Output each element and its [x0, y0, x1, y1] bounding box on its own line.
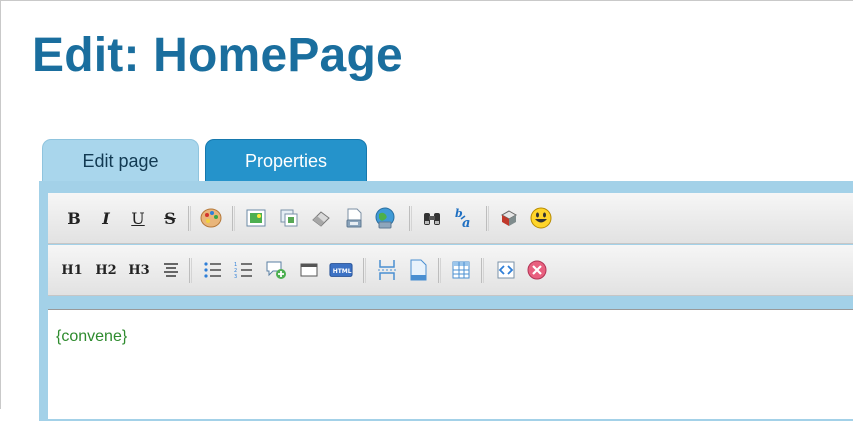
- toolbar-row-2: H1 H2 H3 123 HTML: [48, 245, 853, 296]
- globe-button[interactable]: [373, 206, 397, 230]
- heading-3-button[interactable]: H3: [127, 258, 151, 282]
- table-button[interactable]: [449, 258, 473, 282]
- page-title: Edit: HomePage: [32, 29, 403, 82]
- replace-button[interactable]: b a: [453, 206, 477, 230]
- eraser-icon: [312, 211, 330, 227]
- toolbar-separator: [486, 206, 487, 231]
- heading-2-button[interactable]: H2: [94, 258, 118, 282]
- tab-edit-page[interactable]: Edit page: [42, 139, 199, 182]
- align-button[interactable]: [159, 258, 183, 282]
- smiley-button[interactable]: [529, 206, 553, 230]
- editor-content-text: {convene}: [56, 328, 128, 345]
- bulleted-list-icon: [204, 262, 221, 278]
- toolbar-separator: [438, 258, 439, 283]
- add-comment-icon: [266, 261, 286, 279]
- bulleted-list-button[interactable]: [201, 258, 225, 282]
- html-button[interactable]: HTML: [329, 258, 353, 282]
- comment-button[interactable]: [264, 258, 288, 282]
- toolbar-separator: [481, 258, 482, 283]
- document-save-icon: [346, 208, 362, 228]
- strikethrough-button[interactable]: S: [158, 206, 182, 230]
- image-button[interactable]: [244, 206, 268, 230]
- image-icon: [246, 209, 266, 227]
- toolbar-separator: [188, 206, 189, 231]
- smiley-icon: [530, 207, 552, 229]
- palette-icon: [200, 208, 222, 228]
- toolbar-separator: [409, 206, 410, 231]
- page-break-icon: [378, 260, 396, 280]
- toolbar-row-1: B I U S b a: [48, 193, 853, 244]
- numbered-list-icon: 123: [234, 262, 252, 280]
- cancel-button[interactable]: [525, 258, 549, 282]
- svg-text:3: 3: [234, 274, 237, 280]
- find-button[interactable]: [420, 206, 444, 230]
- globe-icon: [375, 207, 395, 229]
- eraser-button[interactable]: [309, 206, 333, 230]
- tab-properties[interactable]: Properties: [205, 139, 367, 182]
- svg-text:HTML: HTML: [333, 268, 352, 275]
- underline-button[interactable]: U: [126, 206, 150, 230]
- toolbar-separator: [232, 206, 233, 231]
- toolbar-separator: [363, 258, 364, 283]
- cube-icon: [500, 210, 518, 226]
- table-icon: [452, 261, 470, 279]
- html-icon: HTML: [329, 263, 353, 277]
- page-break-button[interactable]: [375, 258, 399, 282]
- heading-1-button[interactable]: H1: [60, 258, 84, 282]
- cube-button[interactable]: [497, 206, 521, 230]
- window-button[interactable]: [297, 258, 321, 282]
- replace-icon: b a: [455, 207, 470, 230]
- new-page-button[interactable]: [406, 258, 430, 282]
- save-button[interactable]: [342, 206, 366, 230]
- source-code-icon: [497, 261, 515, 279]
- italic-button[interactable]: I: [94, 206, 118, 230]
- copy-button[interactable]: [277, 206, 301, 230]
- binoculars-icon: [424, 213, 440, 225]
- bold-button[interactable]: B: [62, 206, 86, 230]
- cancel-icon: [527, 260, 547, 280]
- editor-content-area[interactable]: {convene}: [48, 309, 853, 419]
- numbered-list-button[interactable]: 123: [232, 258, 256, 282]
- text-color-button[interactable]: [199, 206, 223, 230]
- align-justify-icon: [164, 263, 178, 277]
- copy-icon: [280, 209, 298, 227]
- page-icon: [410, 259, 427, 281]
- toolbar-separator: [189, 258, 190, 283]
- source-button[interactable]: [494, 258, 518, 282]
- window-icon: [300, 263, 318, 277]
